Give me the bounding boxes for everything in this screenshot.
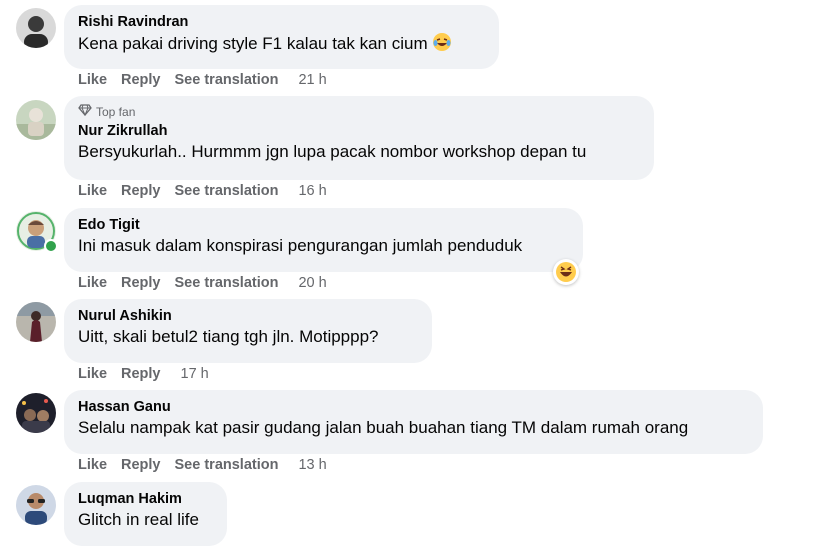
top-fan-badge: Top fan — [78, 104, 640, 120]
see-translation-button[interactable]: See translation — [175, 72, 279, 88]
online-status-dot — [44, 239, 58, 253]
avatar[interactable] — [16, 8, 56, 48]
commenter-name[interactable]: Luqman Hakim — [78, 490, 213, 509]
reply-button[interactable]: Reply — [121, 457, 161, 473]
comment-text: Selalu nampak kat pasir gudang jalan bua… — [78, 418, 689, 437]
see-translation-button[interactable]: See translation — [175, 457, 279, 473]
like-button[interactable]: Like — [78, 72, 107, 88]
comment-text: Glitch in real life — [78, 510, 199, 529]
commenter-name[interactable]: Nur Zikrullah — [78, 122, 640, 141]
haha-reaction-icon[interactable] — [553, 259, 579, 285]
see-translation-button[interactable]: See translation — [175, 183, 279, 199]
like-button[interactable]: Like — [78, 183, 107, 199]
comment-actions: Like Reply See translation 13 h — [78, 457, 341, 473]
commenter-name[interactable]: Hassan Ganu — [78, 398, 749, 417]
timestamp[interactable]: 13 h — [298, 457, 326, 473]
comment-bubble: Rishi Ravindran Kena pakai driving style… — [64, 5, 499, 69]
like-button[interactable]: Like — [78, 275, 107, 291]
reply-button[interactable]: Reply — [121, 275, 161, 291]
avatar[interactable] — [16, 485, 56, 525]
comment-bubble: Top fan Nur Zikrullah Bersyukurlah.. Hur… — [64, 96, 654, 180]
like-button[interactable]: Like — [78, 366, 107, 382]
comment-bubble: Hassan Ganu Selalu nampak kat pasir guda… — [64, 390, 763, 454]
avatar[interactable] — [16, 100, 56, 140]
comment-actions: Like Reply See translation 16 h — [78, 183, 341, 199]
reply-button[interactable]: Reply — [121, 72, 161, 88]
avatar[interactable] — [16, 393, 56, 433]
commenter-name[interactable]: Nurul Ashikin — [78, 307, 418, 326]
comment-actions: Like Reply See translation 20 h — [78, 275, 341, 291]
commenter-name[interactable]: Edo Tigit — [78, 216, 569, 235]
reply-button[interactable]: Reply — [121, 183, 161, 199]
reply-button[interactable]: Reply — [121, 366, 161, 382]
comment-text: Bersyukurlah.. Hurmmm jgn lupa pacak nom… — [78, 142, 587, 161]
see-translation-button[interactable]: See translation — [175, 275, 279, 291]
timestamp[interactable]: 16 h — [298, 183, 326, 199]
comment-bubble: Edo Tigit Ini masuk dalam konspirasi pen… — [64, 208, 583, 272]
timestamp[interactable]: 21 h — [298, 72, 326, 88]
comment-text: Uitt, skali betul2 tiang tgh jln. Motipp… — [78, 327, 379, 346]
diamond-icon — [78, 104, 92, 120]
like-button[interactable]: Like — [78, 457, 107, 473]
top-fan-label: Top fan — [96, 105, 136, 119]
comment-bubble: Luqman Hakim Glitch in real life — [64, 482, 227, 546]
commenter-name[interactable]: Rishi Ravindran — [78, 13, 485, 32]
comment-actions: Like Reply 17 h — [78, 366, 223, 382]
avatar[interactable] — [16, 302, 56, 342]
comment-text: Kena pakai driving style F1 kalau tak ka… — [78, 32, 485, 58]
timestamp[interactable]: 17 h — [181, 366, 209, 382]
laughing-tears-icon — [432, 32, 452, 58]
timestamp[interactable]: 20 h — [298, 275, 326, 291]
comment-actions: Like Reply See translation 21 h — [78, 72, 341, 88]
comment-bubble: Nurul Ashikin Uitt, skali betul2 tiang t… — [64, 299, 432, 363]
comment-text: Ini masuk dalam konspirasi pengurangan j… — [78, 236, 523, 255]
